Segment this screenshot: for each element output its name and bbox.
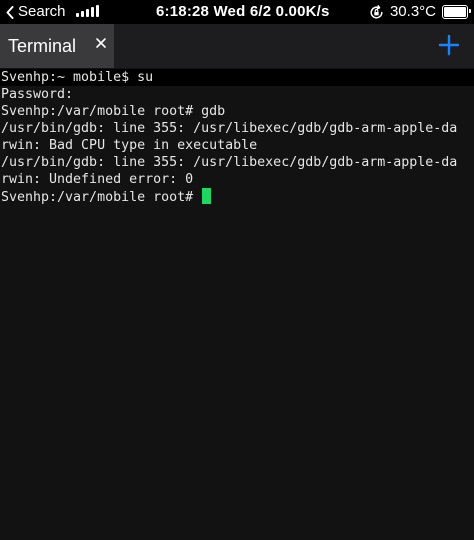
terminal-line: rwin: Undefined error: 0 bbox=[1, 172, 194, 187]
tab-title: Terminal bbox=[8, 36, 77, 56]
terminal-prompt-line: Svenhp:/var/mobile root# bbox=[0, 188, 474, 205]
back-to-search-link[interactable]: Search bbox=[6, 3, 66, 21]
terminal-prompt: Svenhp:/var/mobile root# bbox=[1, 190, 202, 205]
back-label: Search bbox=[18, 3, 66, 20]
terminal-output[interactable]: Svenhp:~ mobile$ su Password: Svenhp:/va… bbox=[0, 68, 474, 540]
terminal-line: /usr/bin/gdb: line 355: /usr/libexec/gdb… bbox=[1, 121, 458, 136]
status-clock-network: 6:18:28 Wed 6/2 0.00K/s bbox=[156, 3, 330, 20]
terminal-cursor bbox=[202, 188, 212, 204]
terminal-line: Svenhp:~ mobile$ su bbox=[0, 69, 474, 86]
terminal-line: rwin: Bad CPU type in executable bbox=[1, 138, 258, 153]
terminal-line: /usr/bin/gdb: line 355: /usr/libexec/gdb… bbox=[1, 155, 458, 170]
cellular-signal-icon bbox=[76, 5, 99, 17]
plus-icon[interactable] bbox=[438, 34, 460, 56]
tab-terminal[interactable]: Terminal bbox=[0, 24, 114, 68]
terminal-line: Password: bbox=[1, 87, 74, 102]
status-right: 30.3°C bbox=[369, 3, 471, 21]
tab-bar: Terminal bbox=[0, 24, 474, 68]
close-icon[interactable] bbox=[95, 37, 107, 49]
battery-icon bbox=[442, 5, 471, 19]
terminal-line: Svenhp:/var/mobile root# gdb bbox=[1, 104, 226, 119]
battery-fill bbox=[444, 7, 466, 17]
status-bar: Search 6:18:28 Wed 6/2 0.00K/s 30.3°C bbox=[0, 0, 474, 24]
temperature-readout: 30.3°C bbox=[389, 3, 436, 20]
rotation-lock-icon bbox=[370, 4, 383, 19]
chevron-left-icon bbox=[6, 5, 14, 19]
